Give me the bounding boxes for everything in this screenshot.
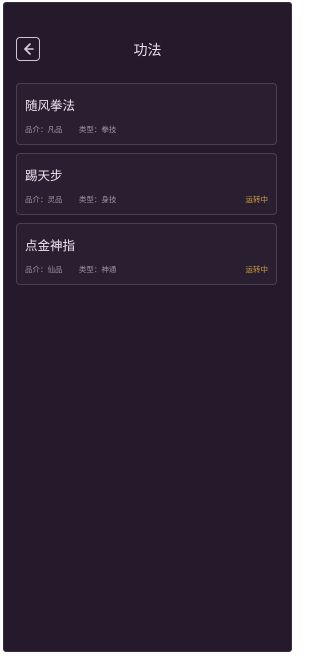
skills-panel: 功法 随风拳法 品介：凡品 类型：拳技 踢天步 品介：灵品 类型：身技 运转中 [3, 2, 292, 652]
skill-meta: 品介：仙品 类型：神通 [25, 264, 130, 275]
screen: 功法 随风拳法 品介：凡品 类型：拳技 踢天步 品介：灵品 类型：身技 运转中 [0, 0, 300, 658]
skill-meta: 品介：灵品 类型：身技 [25, 194, 130, 205]
skill-list: 随风拳法 品介：凡品 类型：拳技 踢天步 品介：灵品 类型：身技 运转中 点金神… [16, 83, 277, 293]
skill-type: 类型：拳技 [78, 125, 117, 134]
skill-name: 点金神指 [25, 238, 76, 253]
skill-type: 类型：神通 [78, 265, 117, 274]
skill-type: 类型：身技 [78, 195, 117, 204]
skill-status: 运转中 [245, 195, 269, 204]
skill-status: 运转中 [245, 265, 269, 274]
skill-card[interactable]: 点金神指 品介：仙品 类型：神通 运转中 [16, 223, 277, 285]
header: 功法 [4, 31, 291, 67]
skill-name: 随风拳法 [25, 98, 76, 113]
skill-grade: 品介：仙品 [25, 265, 63, 274]
skill-card[interactable]: 踢天步 品介：灵品 类型：身技 运转中 [16, 153, 277, 215]
page-title: 功法 [133, 43, 162, 59]
skill-name: 踢天步 [25, 168, 63, 183]
skill-meta: 品介：凡品 类型：拳技 [25, 124, 130, 135]
skill-grade: 品介：灵品 [25, 195, 63, 204]
skill-card[interactable]: 随风拳法 品介：凡品 类型：拳技 [16, 83, 277, 145]
skill-grade: 品介：凡品 [25, 125, 63, 134]
